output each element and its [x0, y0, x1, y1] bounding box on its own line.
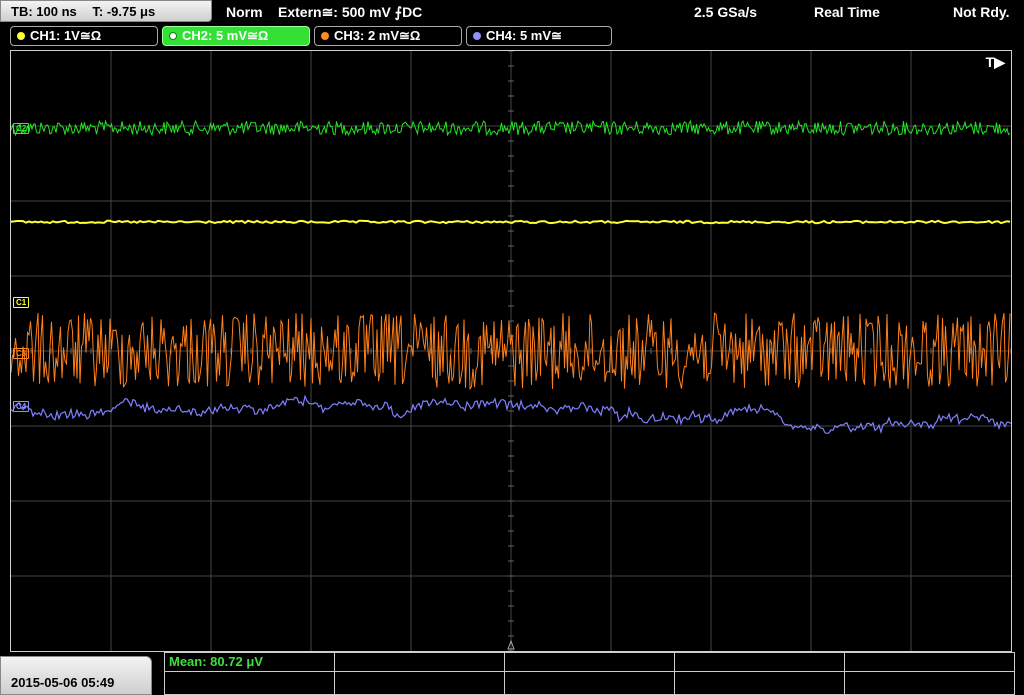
trigger-source[interactable]: Extern≅: 500 mV ⨍DC	[278, 0, 422, 24]
measurement-panel: Mean: 80.72 μV	[164, 652, 1015, 695]
channel-tabs: CH1: 1V≅Ω CH2: 5 mV≅Ω CH3: 2 mV≅Ω CH4: 5…	[0, 26, 1024, 48]
measurement-cell[interactable]	[505, 653, 675, 671]
measurement-cell[interactable]	[845, 653, 1015, 671]
measurement-row: Mean: 80.72 μV	[165, 652, 1015, 672]
measurement-cell[interactable]	[505, 671, 675, 694]
sample-rate: 2.5 GSa/s	[694, 4, 758, 20]
ch2-offset-marker[interactable]: C2	[13, 123, 30, 134]
waveform-display[interactable]: T▶ C2 C1 C3 C4	[10, 50, 1012, 652]
acquisition-status: Not Rdy.	[953, 4, 1010, 20]
date-time: 2015-05-06 05:49	[0, 656, 152, 695]
trigger-marker-icon: T▶	[985, 54, 1005, 70]
measurement-cell[interactable]	[845, 671, 1015, 694]
ch3-label: CH3: 2 mV≅Ω	[334, 28, 421, 43]
ch2-label: CH2: 5 mV≅Ω	[182, 28, 269, 43]
measurement-cell[interactable]	[675, 671, 845, 694]
measurement-cell[interactable]	[335, 671, 505, 694]
ch1-offset-marker[interactable]: C1	[13, 297, 30, 308]
measurement-row	[165, 671, 1015, 695]
graticule	[11, 51, 1011, 651]
waveform-svg	[11, 51, 1011, 651]
measurement-cell[interactable]	[335, 653, 505, 671]
measurement-cell[interactable]	[675, 653, 845, 671]
trigger-mode[interactable]: Norm	[226, 0, 263, 24]
date-time-label: 2015-05-06 05:49	[11, 675, 115, 690]
tab-ch3[interactable]: CH3: 2 mV≅Ω	[314, 26, 462, 46]
ch1-label: CH1: 1V≅Ω	[30, 28, 102, 43]
ch2-dot-icon	[169, 32, 177, 40]
tab-ch1[interactable]: CH1: 1V≅Ω	[10, 26, 158, 46]
ch3-offset-marker[interactable]: C3	[13, 348, 30, 359]
ch4-dot-icon	[473, 32, 481, 40]
ch1-dot-icon	[17, 32, 25, 40]
acquisition-mode: Real Time	[814, 4, 880, 20]
timebase-box[interactable]: TB: 100 ns T: -9.75 μs	[0, 0, 212, 22]
measurement-cell[interactable]	[165, 671, 335, 694]
ch4-offset-marker[interactable]: C4	[13, 401, 30, 412]
tab-ch2[interactable]: CH2: 5 mV≅Ω	[162, 26, 310, 46]
mean-measurement: Mean: 80.72 μV	[169, 654, 263, 669]
tab-ch4[interactable]: CH4: 5 mV≅	[466, 26, 612, 46]
timebase-label: TB: 100 ns	[11, 4, 77, 19]
measurement-cell[interactable]: Mean: 80.72 μV	[165, 653, 335, 671]
status-bar: TB: 100 ns T: -9.75 μs Norm Extern≅: 500…	[0, 0, 1024, 24]
trigger-time-label: T: -9.75 μs	[92, 4, 156, 19]
ch3-dot-icon	[321, 32, 329, 40]
ch4-label: CH4: 5 mV≅	[486, 28, 562, 43]
